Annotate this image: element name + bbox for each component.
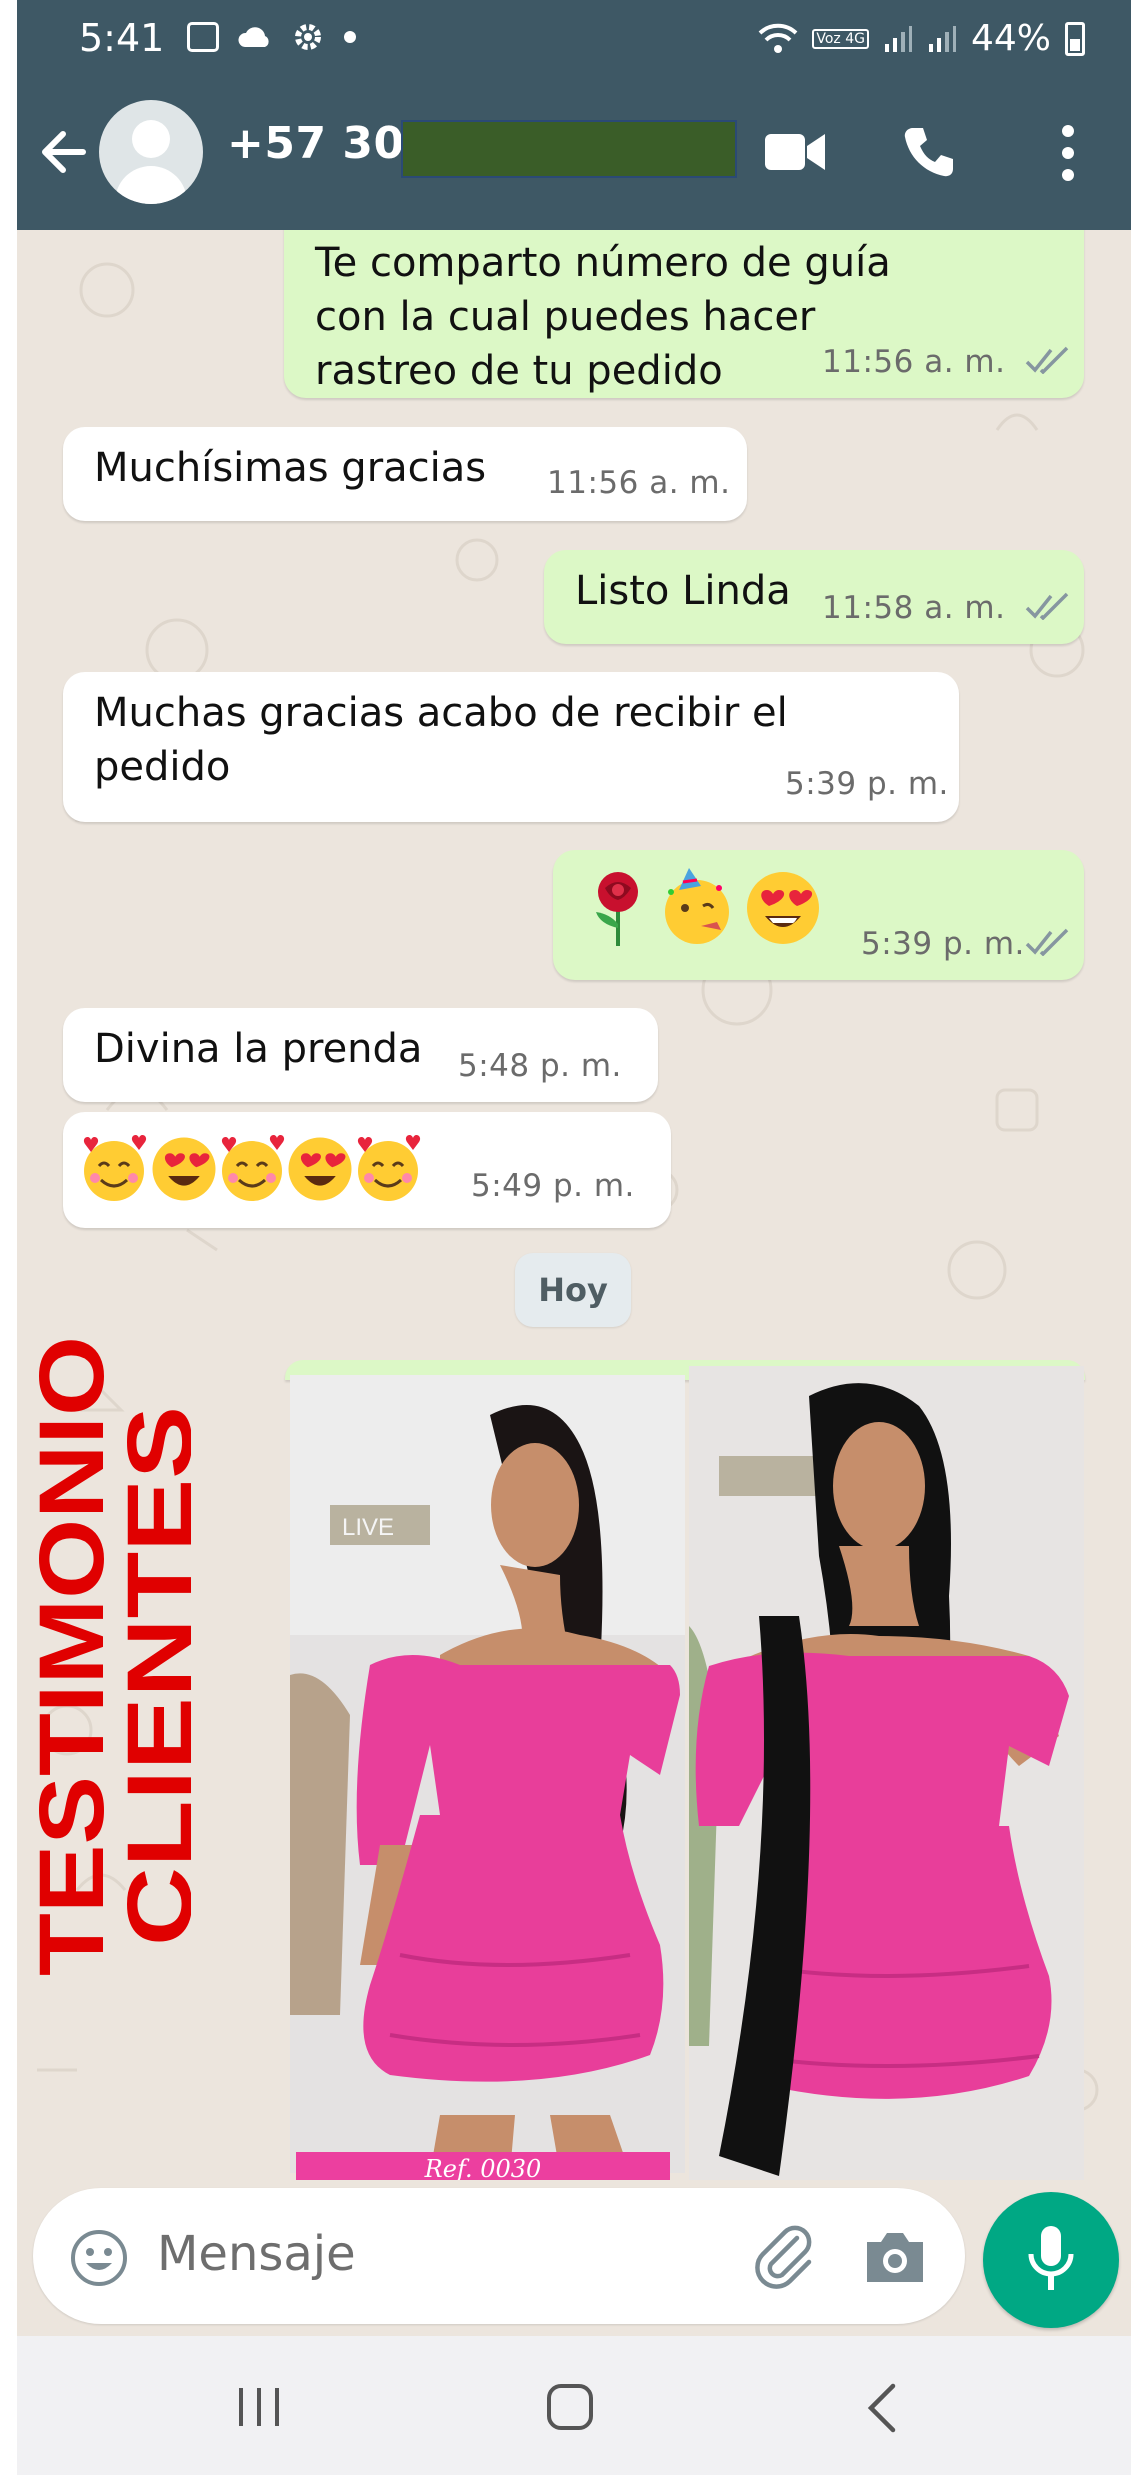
phone-icon[interactable]	[899, 122, 959, 182]
nav-back-icon[interactable]	[865, 2382, 899, 2434]
signal-2-icon	[928, 25, 956, 52]
chat-header: +57 304	[17, 80, 1131, 230]
message-text: Muchas gracias acabo de recibir el pedid…	[94, 690, 788, 790]
dress-model-image	[689, 1366, 1084, 2180]
more-options-icon[interactable]	[1053, 122, 1083, 184]
heart-eyes-emoji-icon	[747, 872, 819, 944]
gear-notification-icon	[295, 24, 321, 50]
message-bubble-outgoing[interactable]: Te comparto número de guía con la cual p…	[284, 230, 1084, 398]
status-time: 5:41	[79, 16, 165, 60]
dot-notification-icon	[344, 31, 356, 43]
camera-icon[interactable]	[863, 2228, 927, 2286]
smiling-face-with-hearts-emoji-icon	[83, 1135, 147, 1201]
chat-area[interactable]: Te comparto número de guía con la cual p…	[17, 230, 1131, 2180]
message-text: Listo Linda	[575, 568, 791, 614]
message-bubble-outgoing[interactable]: 5:39 p. m.	[553, 850, 1084, 980]
message-time: 11:56 a. m.	[822, 344, 1006, 380]
attach-icon[interactable]	[751, 2224, 817, 2290]
smiling-face-with-hearts-emoji-icon	[221, 1135, 285, 1201]
status-bar: 5:41 Voz 4G 44%	[17, 0, 1131, 80]
message-time: 5:48 p. m.	[458, 1048, 622, 1084]
message-time: 11:58 a. m.	[822, 590, 1006, 626]
read-receipt-icon	[1025, 592, 1069, 620]
emoji-icon[interactable]	[69, 2228, 129, 2288]
back-arrow-icon[interactable]	[35, 122, 95, 182]
message-bubble-outgoing[interactable]: Listo Linda 11:58 a. m.	[544, 550, 1084, 644]
testimonial-overlay: TESTIMONIO CLIENTES	[21, 1316, 211, 1996]
microphone-icon	[1028, 2226, 1074, 2290]
message-placeholder: Mensaje	[157, 2226, 356, 2282]
read-receipt-icon	[1025, 928, 1069, 956]
product-photo-2[interactable]	[689, 1366, 1084, 2180]
cloud-notification-icon	[238, 27, 269, 47]
smiling-face-with-hearts-emoji-icon	[357, 1135, 421, 1201]
whatsapp-chat-screen: 5:41 Voz 4G 44% +57 304 Te comparto núme…	[17, 0, 1131, 2475]
voice-record-button[interactable]	[983, 2192, 1119, 2328]
read-receipt-icon	[1025, 346, 1069, 374]
system-navigation-bar	[17, 2336, 1131, 2475]
battery-icon	[1065, 21, 1085, 56]
heart-eyes-emoji-icon	[288, 1137, 352, 1201]
redaction-block	[401, 120, 737, 178]
message-input-bar: Mensaje	[17, 2180, 1131, 2340]
video-call-icon[interactable]	[763, 124, 827, 180]
message-bubble-incoming[interactable]: Divina la prenda 5:48 p. m.	[63, 1008, 658, 1102]
message-time: 11:56 a. m.	[547, 465, 731, 501]
rose-emoji-icon	[596, 872, 638, 946]
product-photo-1[interactable]: LIVE	[290, 1375, 685, 2173]
heart-eyes-emoji-icon	[152, 1137, 216, 1201]
testimonial-line-2: CLIENTES	[109, 1406, 191, 1946]
signal-icon	[884, 25, 912, 52]
message-text: Muchísimas gracias	[94, 445, 487, 491]
message-time: 5:39 p. m.	[785, 766, 949, 802]
message-bubble-incoming[interactable]: Muchísimas gracias 11:56 a. m.	[63, 427, 747, 521]
avatar[interactable]	[99, 100, 203, 204]
home-icon[interactable]	[545, 2382, 595, 2432]
date-separator: Hoy	[515, 1253, 631, 1327]
wifi-icon	[758, 23, 798, 53]
dress-model-image: LIVE	[290, 1375, 685, 2173]
gallery-notification-icon	[187, 22, 219, 52]
message-text: Divina la prenda	[94, 1026, 423, 1072]
message-time: 5:49 p. m.	[471, 1168, 635, 1204]
recent-apps-icon[interactable]	[235, 2384, 285, 2430]
message-time: 5:39 p. m.	[861, 926, 1025, 962]
live-sign-text: LIVE	[342, 1514, 394, 1541]
battery-percent: 44%	[970, 18, 1051, 59]
partying-face-emoji-icon	[665, 868, 729, 944]
volte-badge-icon: Voz 4G	[812, 28, 869, 49]
message-bubble-incoming[interactable]: Muchas gracias acabo de recibir el pedid…	[63, 672, 959, 822]
product-reference-label: Ref. 0030	[296, 2152, 670, 2180]
message-bubble-incoming[interactable]: 5:49 p. m.	[63, 1112, 671, 1228]
message-input[interactable]: Mensaje	[33, 2188, 965, 2324]
